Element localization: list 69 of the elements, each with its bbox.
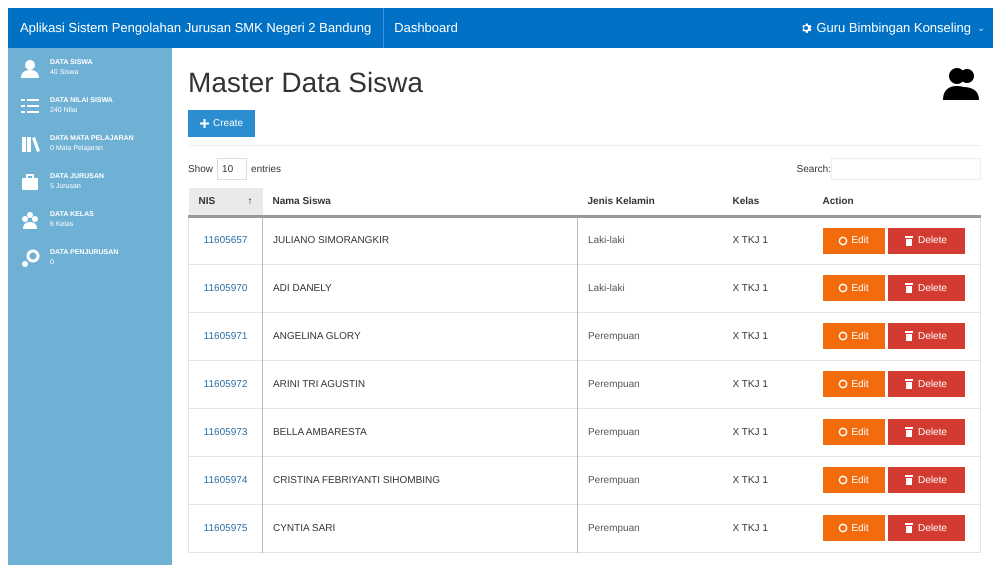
caret-icon: ⌄	[977, 20, 985, 36]
trash-icon	[905, 427, 914, 437]
gear-icon	[800, 22, 812, 34]
books-icon	[20, 134, 40, 154]
table-cell: Perempuan	[578, 360, 722, 408]
briefcase-icon	[20, 172, 40, 192]
column-header: Action	[812, 188, 980, 216]
trash-icon	[905, 379, 914, 389]
entries-select[interactable]: 10	[217, 158, 248, 180]
table-cell: X TKJ 1	[722, 264, 812, 312]
table-cell: X TKJ 1	[722, 312, 812, 360]
entries-label: entries	[251, 162, 282, 176]
trash-icon	[905, 283, 914, 293]
delete-button[interactable]: Delete	[888, 419, 964, 445]
numbered-list-icon	[20, 96, 40, 116]
table-cell: 11605972	[188, 360, 262, 408]
table-cell: Perempuan	[578, 408, 722, 456]
edit-button[interactable]: Edit	[822, 323, 884, 349]
table-cell: X TKJ 1	[722, 408, 812, 456]
edit-button[interactable]: Edit	[822, 371, 884, 397]
show-label: Show	[188, 162, 214, 176]
edit-button[interactable]: Edit	[822, 515, 884, 541]
table-cell: ANGELINA GLORY	[262, 312, 578, 360]
trash-icon	[905, 523, 914, 533]
plus-icon	[200, 119, 209, 128]
trash-icon	[905, 331, 914, 341]
column-header[interactable]: NIS ↑	[188, 188, 262, 216]
search-label: Search:	[796, 162, 831, 176]
table-cell: ARINI TRI AGUSTIN	[262, 360, 578, 408]
edit-button[interactable]: Edit	[822, 467, 884, 493]
table-cell: Laki-laki	[578, 264, 722, 312]
table-cell: Perempuan	[578, 456, 722, 504]
table-cell: 11605971	[188, 312, 262, 360]
table-cell: 11605973	[188, 408, 262, 456]
dashboard-link[interactable]: Dashboard	[384, 18, 468, 38]
table-cell: X TKJ 1	[722, 360, 812, 408]
table-cell: Laki-laki	[578, 216, 722, 264]
trash-icon	[905, 475, 914, 485]
edit-button[interactable]: Edit	[822, 228, 884, 254]
table-cell: 11605975	[188, 504, 262, 552]
delete-button[interactable]: Delete	[888, 515, 964, 541]
table-cell: 11605970	[188, 264, 262, 312]
table-cell: X TKJ 1	[722, 216, 812, 264]
table-cell: CYNTIA SARI	[262, 504, 578, 552]
column-header: Kelas	[722, 188, 812, 216]
edit-button[interactable]: Edit	[822, 275, 884, 301]
delete-button[interactable]: Delete	[888, 323, 964, 349]
edit-button[interactable]: Edit	[822, 419, 884, 445]
table-cell: X TKJ 1	[722, 456, 812, 504]
create-button[interactable]: Create	[188, 110, 256, 137]
delete-button[interactable]: Delete	[888, 228, 964, 254]
table-cell: 11605657	[188, 216, 262, 264]
table-cell: CRISTINA FEBRIYANTI SIHOMBING	[262, 456, 578, 504]
delete-button[interactable]: Delete	[888, 371, 964, 397]
page-title: Master Data Siswa	[188, 66, 423, 100]
table-cell: JULIANO SIMORANGKIR	[262, 216, 578, 264]
delete-button[interactable]: Delete	[888, 467, 964, 493]
table-cell: 11605974	[188, 456, 262, 504]
delete-button[interactable]: Delete	[888, 275, 964, 301]
table-cell: ADI DANELY	[262, 264, 578, 312]
column-header: Jenis Kelamin	[578, 188, 722, 216]
table-cell: X TKJ 1	[722, 504, 812, 552]
user-menu[interactable]: Guru Bimbingan Konseling	[816, 18, 971, 38]
trash-icon	[905, 236, 914, 246]
column-header: Nama Siswa	[262, 188, 578, 216]
table-cell: Perempuan	[578, 504, 722, 552]
table-cell: Perempuan	[578, 312, 722, 360]
table-cell: BELLA AMBARESTA	[262, 408, 578, 456]
group-icon	[20, 210, 40, 230]
